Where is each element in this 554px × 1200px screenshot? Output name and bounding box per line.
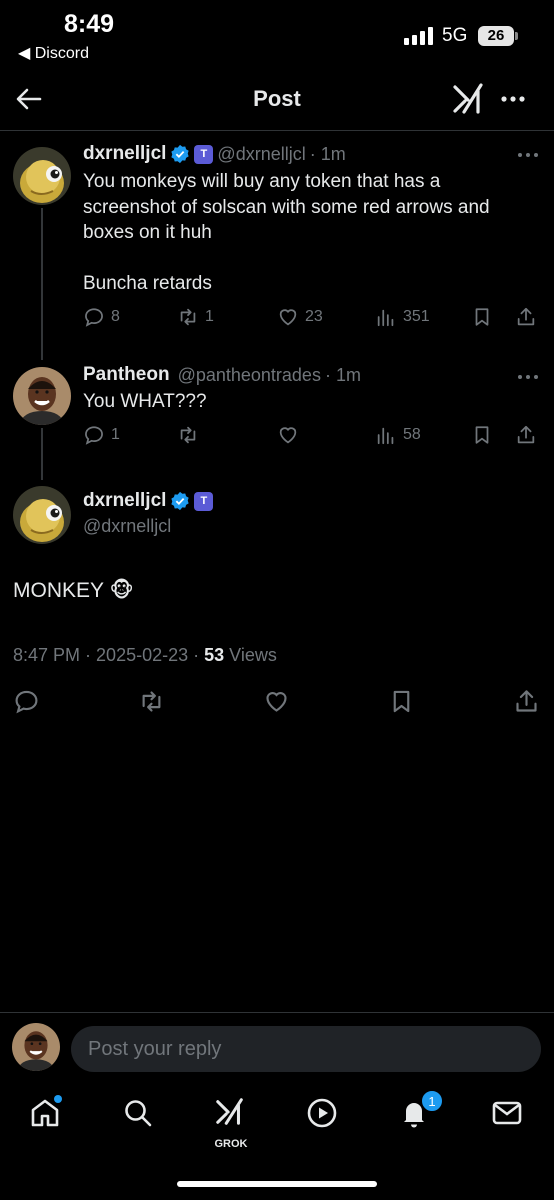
home-unread-dot: [54, 1095, 62, 1103]
post-actions: 1 58: [83, 424, 543, 454]
mail-icon: [492, 1101, 522, 1125]
reply-icon: [85, 308, 103, 327]
affiliate-badge-icon: T: [194, 491, 214, 511]
nav-search[interactable]: [121, 1096, 157, 1132]
post-text: MONKEY 🐵: [13, 579, 134, 602]
views-button[interactable]: 351: [375, 306, 430, 328]
bookmark-icon: [393, 690, 410, 713]
like-button[interactable]: 23: [277, 306, 323, 328]
views-count: 351: [403, 308, 430, 325]
avatar[interactable]: [13, 367, 71, 425]
status-time: 8:49: [64, 10, 115, 38]
signal-icon: [404, 27, 433, 45]
display-name[interactable]: Pantheon: [83, 364, 170, 386]
post-text: You monkeys will buy any token that has …: [83, 171, 490, 294]
reply-count: 8: [111, 308, 120, 325]
post-date: 2025-02-23: [96, 645, 189, 665]
views-count[interactable]: 53: [204, 645, 224, 665]
user-handle[interactable]: @dxrnelljcl: [83, 516, 171, 537]
meta-divider: [13, 675, 541, 676]
battery-icon: 26: [478, 26, 518, 46]
bookmark-icon: [475, 308, 489, 326]
share-icon: [516, 690, 537, 712]
reply-input[interactable]: Post your reply: [71, 1026, 541, 1072]
user-handle[interactable]: @dxrnelljcl: [217, 144, 305, 165]
post-time: · 1m: [309, 143, 346, 164]
heart-icon: [279, 309, 297, 326]
repost-button[interactable]: [138, 688, 165, 715]
share-button[interactable]: [513, 688, 540, 715]
network-type: 5G: [442, 25, 468, 46]
views-label: Views: [229, 645, 277, 665]
repost-button[interactable]: [177, 424, 205, 446]
display-name[interactable]: dxrnelljcl: [83, 490, 166, 512]
post-actions: 8 1 23 351: [83, 306, 543, 336]
nav-notifications[interactable]: 1: [397, 1090, 443, 1132]
home-indicator: [177, 1181, 377, 1187]
top-bar: Post: [0, 72, 554, 128]
reply-count: 1: [111, 426, 120, 443]
post-time: 8:47 PM: [13, 645, 81, 665]
reply-icon: [85, 426, 103, 445]
reply-button[interactable]: 8: [83, 306, 120, 328]
post-more-icon[interactable]: [516, 150, 540, 160]
thread-connector: [41, 208, 43, 360]
nav-home[interactable]: [28, 1095, 64, 1132]
verified-badge-icon: [171, 491, 190, 511]
views-icon: [377, 427, 394, 445]
post-time: · 1m: [324, 364, 361, 385]
user-handle[interactable]: @pantheontrades: [178, 365, 321, 386]
verified-badge-icon: [171, 144, 190, 164]
repost-count: 1: [205, 308, 214, 325]
affiliate-badge-icon: T: [194, 144, 214, 164]
heart-icon: [266, 692, 287, 712]
nav-video[interactable]: [305, 1096, 341, 1132]
bookmark-button[interactable]: [471, 306, 493, 328]
reply-bar: Post your reply: [0, 1012, 554, 1084]
avatar[interactable]: [13, 147, 71, 205]
header-divider: [0, 130, 554, 131]
repost-button[interactable]: 1: [177, 306, 214, 328]
repost-icon: [180, 426, 196, 444]
views-icon: [377, 309, 394, 327]
post-text: You WHAT???: [83, 391, 207, 412]
post-more-icon[interactable]: [516, 372, 540, 382]
reply-button[interactable]: [13, 688, 40, 715]
current-user-avatar[interactable]: [12, 1023, 60, 1071]
reply-button[interactable]: 1: [83, 424, 120, 446]
grok-icon: [216, 1098, 243, 1125]
main-post-actions: [0, 688, 554, 722]
notifications-badge: 1: [421, 1090, 443, 1112]
more-options-icon[interactable]: [498, 84, 528, 114]
status-bar: 8:49 ◀ Discord 5G 26: [0, 0, 554, 70]
like-count: 23: [305, 308, 323, 325]
bottom-nav: GROK 1: [0, 1088, 554, 1152]
like-button[interactable]: [277, 424, 305, 446]
grok-icon[interactable]: [452, 82, 486, 116]
bookmark-icon: [475, 426, 489, 444]
views-count: 58: [403, 426, 421, 443]
share-icon: [517, 307, 535, 326]
bookmark-button[interactable]: [388, 688, 415, 715]
reply-icon: [15, 690, 38, 714]
share-icon: [517, 425, 535, 444]
repost-icon: [142, 691, 161, 712]
bookmark-button[interactable]: [471, 424, 493, 446]
views-button[interactable]: 58: [375, 424, 421, 446]
heart-icon: [279, 427, 297, 444]
avatar[interactable]: [13, 486, 71, 544]
play-icon: [307, 1098, 337, 1128]
thread-connector: [41, 428, 43, 480]
search-icon: [125, 1100, 152, 1127]
grok-label: GROK: [214, 1138, 248, 1150]
post-meta: 8:47 PM · 2025-02-23 · 53 Views: [13, 645, 277, 665]
like-button[interactable]: [263, 688, 290, 715]
nav-messages[interactable]: [490, 1096, 526, 1132]
share-button[interactable]: [515, 424, 537, 446]
share-button[interactable]: [515, 306, 537, 328]
nav-grok[interactable]: GROK: [213, 1096, 249, 1150]
back-to-app-link[interactable]: ◀ Discord: [18, 43, 89, 63]
repost-icon: [180, 308, 196, 326]
display-name[interactable]: dxrnelljcl: [83, 143, 166, 165]
